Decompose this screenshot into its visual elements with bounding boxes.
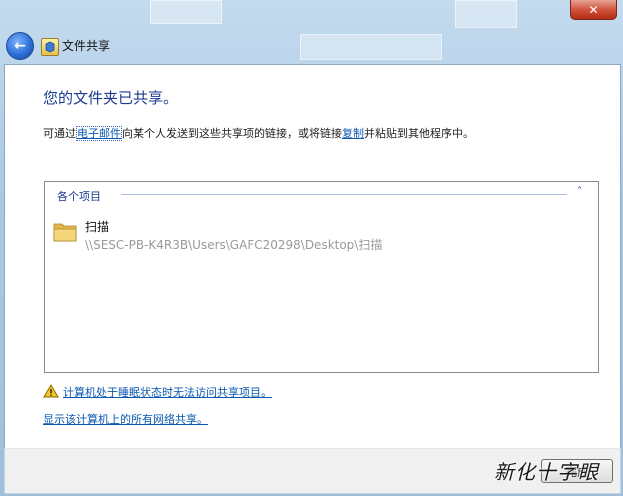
back-arrow-icon: ← — [14, 38, 26, 54]
description-suffix: 并粘贴到其他程序中。 — [364, 127, 474, 140]
content-panel: 您的文件夹已共享。 可通过电子邮件向某个人发送到这些共享项的链接，或将链接复制并… — [4, 64, 621, 450]
description-prefix: 可通过 — [43, 127, 76, 140]
copy-link[interactable]: 复制 — [342, 127, 364, 140]
list-item[interactable]: 扫描 \\SESC-PB-K4R3B\Users\GAFC20298\Deskt… — [51, 212, 591, 252]
shared-items-list: 各个项目 ˄ 扫描 \\SESC-PB-K4R3B\Users\GAFC2029… — [44, 181, 599, 373]
description: 可通过电子邮件向某个人发送到这些共享项的链接，或将链接复制并粘贴到其他程序中。 — [43, 125, 474, 141]
item-name: 扫描 — [85, 220, 110, 234]
page-title: 您的文件夹已共享。 — [43, 89, 179, 107]
navigation-bar: ← 文件共享 — [0, 30, 623, 62]
group-header: 各个项目 — [57, 190, 101, 203]
folder-icon — [53, 223, 77, 242]
item-path: \\SESC-PB-K4R3B\Users\GAFC20298\Desktop\… — [85, 238, 383, 252]
group-divider — [121, 194, 567, 195]
description-middle: 向某个人发送到这些共享项的链接，或将链接 — [122, 127, 342, 140]
close-icon: ✕ — [588, 2, 599, 17]
email-link[interactable]: 电子邮件 — [76, 126, 122, 141]
sleep-warning-link[interactable]: 计算机处于睡眠状态时无法访问共享项目。 — [63, 384, 272, 400]
back-button[interactable]: ← — [6, 32, 34, 60]
warning-icon — [43, 384, 59, 398]
window-title: 文件共享 — [62, 39, 111, 53]
file-sharing-icon — [41, 38, 59, 56]
show-all-shares-link[interactable]: 显示该计算机上的所有网络共享。 — [43, 411, 208, 427]
background-window — [150, 0, 222, 24]
collapse-group-button[interactable]: ˄ — [577, 186, 582, 197]
background-window — [455, 0, 517, 28]
watermark: 新化十字眼 — [494, 460, 599, 484]
close-button[interactable]: ✕ — [570, 0, 617, 20]
